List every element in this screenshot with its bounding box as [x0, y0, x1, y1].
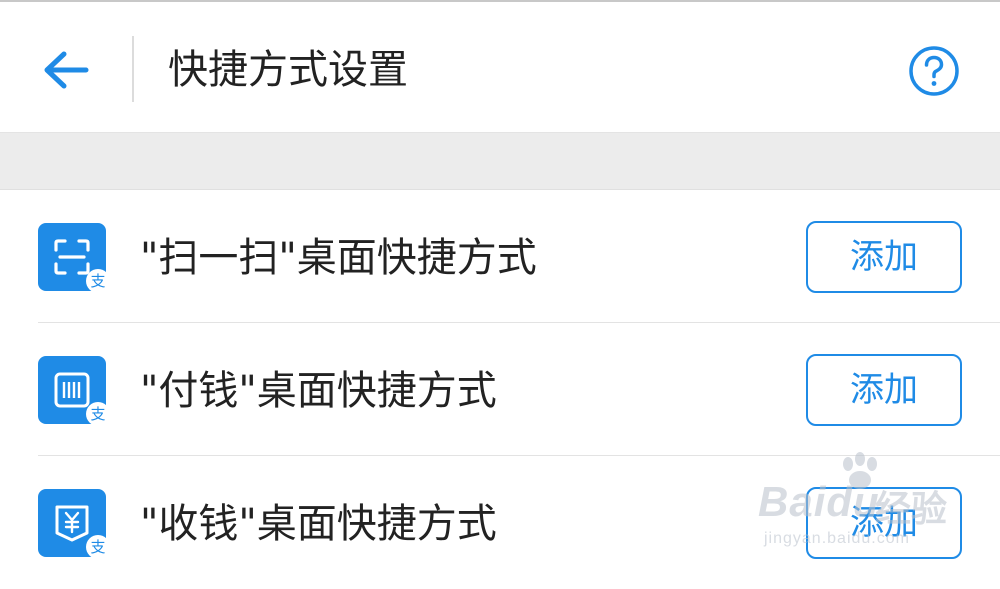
alipay-badge: 支	[86, 269, 110, 293]
add-pay-shortcut-button[interactable]: 添加	[806, 354, 962, 426]
section-spacer	[0, 133, 1000, 190]
alipay-badge: 支	[86, 535, 110, 559]
shortcut-label: "扫一扫"桌面快捷方式	[140, 235, 537, 281]
shortcut-row-scan: 支 "扫一扫"桌面快捷方式 添加	[0, 190, 1000, 323]
alipay-badge-glyph: 支	[90, 271, 106, 290]
help-button[interactable]	[905, 42, 963, 100]
scan-icon	[54, 239, 90, 275]
shortcut-label: "收钱"桌面快捷方式	[140, 501, 497, 547]
app-header: 快捷方式设置	[0, 2, 1000, 133]
scan-app-icon: 支	[38, 223, 110, 293]
pay-app-icon: 支	[38, 356, 110, 426]
alipay-badge: 支	[86, 402, 110, 426]
shortcut-label: "付钱"桌面快捷方式	[140, 368, 497, 414]
shortcut-row-collect: 支 "收钱"桌面快捷方式 添加	[0, 456, 1000, 589]
header-divider	[132, 36, 134, 102]
alipay-badge-glyph: 支	[90, 537, 106, 556]
yuan-receipt-icon	[55, 505, 89, 542]
shortcut-list: 支 "扫一扫"桌面快捷方式 添加 支 "付钱"桌面快捷方式 添加 支 "收钱"桌…	[0, 190, 1000, 589]
shortcut-row-pay: 支 "付钱"桌面快捷方式 添加	[0, 323, 1000, 456]
page-title: 快捷方式设置	[168, 47, 408, 93]
barcode-icon	[54, 372, 90, 408]
collect-app-icon: 支	[38, 489, 110, 559]
arrow-left-icon	[44, 51, 89, 89]
alipay-badge-glyph: 支	[90, 404, 106, 423]
add-collect-shortcut-button[interactable]: 添加	[806, 487, 962, 559]
question-circle-icon	[909, 46, 959, 96]
back-button[interactable]	[30, 37, 100, 103]
add-scan-shortcut-button[interactable]: 添加	[806, 221, 962, 293]
